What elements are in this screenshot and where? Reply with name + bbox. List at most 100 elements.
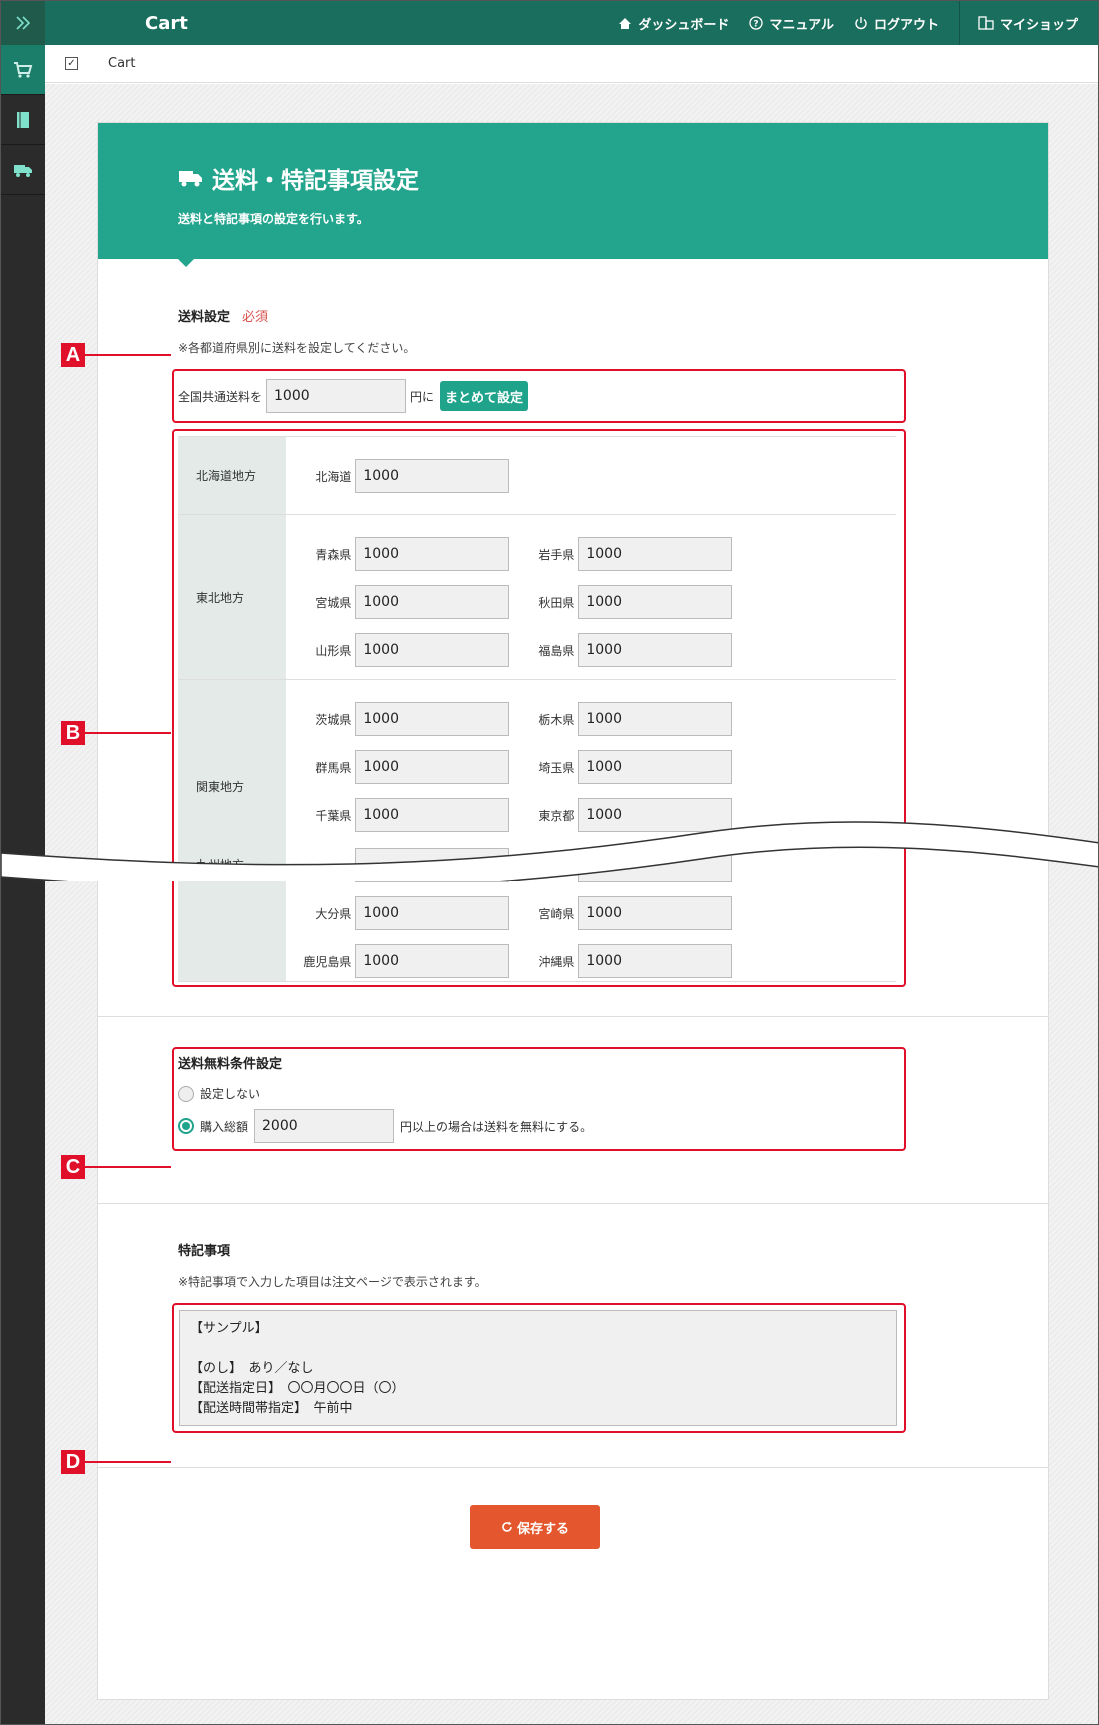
pref-fee-input[interactable]: 1000 bbox=[578, 537, 732, 571]
pref-label: 茨城県 bbox=[315, 712, 352, 727]
pref-fee-input[interactable]: 1000 bbox=[578, 848, 732, 882]
pref-line: 群馬県 1000 埼玉県 1000 bbox=[286, 750, 896, 798]
pref-fee-input[interactable] bbox=[355, 848, 509, 882]
pref-fee-input[interactable]: 1000 bbox=[578, 702, 732, 736]
page-title: 送料・特記事項設定 bbox=[212, 168, 419, 194]
nav-manual-label: マニュアル bbox=[769, 17, 834, 33]
pref-line: 北海道 1000 bbox=[286, 459, 896, 507]
pref-fee-input[interactable]: 1000 bbox=[578, 798, 732, 832]
notes-title: 特記事項 bbox=[178, 1244, 231, 1259]
app-window: Cart ダッシュボード ? マニュアル ログアウト マイショップ ✓ Cart bbox=[0, 0, 1099, 1725]
header-nav: ダッシュボード ? マニュアル ログアウト マイショップ bbox=[618, 1, 1098, 45]
pref-fee-input[interactable]: 1000 bbox=[355, 459, 509, 493]
callout-label-c: C bbox=[61, 1155, 85, 1179]
page-title-row: 送料・特記事項設定 bbox=[178, 161, 419, 195]
pref-fee-input[interactable]: 1000 bbox=[355, 702, 509, 736]
pref-item: 大分県 1000 bbox=[286, 896, 509, 930]
pref-fee-input[interactable]: 1000 bbox=[355, 633, 509, 667]
option-none-row[interactable]: 設定しない bbox=[178, 1085, 260, 1102]
bulk-set-button[interactable]: まとめて設定 bbox=[440, 381, 529, 411]
pref-fee-input[interactable]: 1000 bbox=[578, 944, 732, 978]
region-table: 北海道地方 北海道 1000 東北地方 青森県 1000 岩手県 1000 宮城… bbox=[178, 436, 896, 982]
pref-item: 山形県 1000 bbox=[286, 633, 509, 667]
option-none-radio[interactable] bbox=[178, 1085, 194, 1102]
pref-label: 岩手県 bbox=[538, 547, 575, 562]
pref-fee-input[interactable]: 1000 bbox=[355, 798, 509, 832]
option-total-row[interactable]: 購入総額 2000 円以上の場合は送料を無料にする。 bbox=[178, 1109, 592, 1143]
nav-myshop-label: マイショップ bbox=[999, 17, 1078, 33]
nav-myshop[interactable]: マイショップ bbox=[958, 1, 1098, 45]
region-fields: 青森県 1000 岩手県 1000 宮城県 1000 秋田県 1000 山形県 1000 … bbox=[286, 515, 896, 679]
pref-fee-input[interactable]: 1000 bbox=[578, 750, 732, 784]
pref-line: 宮城県 1000 秋田県 1000 bbox=[286, 585, 896, 633]
pref-fee-input[interactable]: 1000 bbox=[355, 944, 509, 978]
section-divider bbox=[98, 1467, 1048, 1468]
pref-label: 沖縄県 bbox=[538, 954, 575, 969]
pref-fee-input[interactable]: 1000 bbox=[578, 633, 732, 667]
pref-item: 沖縄県 1000 bbox=[509, 944, 732, 978]
save-button[interactable]: 保存する bbox=[470, 1505, 600, 1549]
pref-item: 宮崎県 1000 bbox=[509, 896, 732, 930]
home-icon bbox=[619, 17, 632, 29]
nav-dashboard[interactable]: ダッシュボード bbox=[618, 14, 729, 33]
callout-leader-c bbox=[83, 1166, 171, 1168]
shop-icon bbox=[978, 16, 994, 30]
region-row: 関東地方 茨城県 1000 栃木県 1000 群馬県 1000 埼玉県 1000 千葉県… bbox=[178, 680, 896, 848]
region-row: 北海道地方 北海道 1000 bbox=[178, 437, 896, 515]
pref-fee-input[interactable]: 1000 bbox=[355, 585, 509, 619]
sidebar-item-cart[interactable] bbox=[1, 45, 45, 95]
callout-label-d: D bbox=[61, 1450, 85, 1474]
power-icon bbox=[855, 17, 867, 30]
pref-item: 栃木県 1000 bbox=[509, 702, 732, 736]
pref-label: 大分県 bbox=[315, 906, 352, 921]
sidebar bbox=[1, 1, 45, 1724]
expand-sidebar-button[interactable] bbox=[1, 1, 45, 45]
select-checkbox[interactable]: ✓ bbox=[65, 57, 78, 70]
region-name: 九州地方 bbox=[178, 848, 286, 981]
region-name: 関東地方 bbox=[178, 680, 286, 848]
pref-item: 青森県 1000 bbox=[286, 537, 509, 571]
svg-text:?: ? bbox=[754, 20, 759, 30]
app-title: Cart bbox=[145, 12, 188, 34]
option-total-label: 購入総額 bbox=[200, 1119, 249, 1134]
pref-item: 鹿児島県 1000 bbox=[286, 944, 509, 978]
sidebar-item-shipping[interactable] bbox=[1, 145, 45, 195]
nav-manual[interactable]: ? マニュアル bbox=[749, 14, 834, 33]
truck-icon bbox=[179, 171, 202, 187]
pref-item: 宮城県 1000 bbox=[286, 585, 509, 619]
pref-item: 北海道 1000 bbox=[286, 459, 509, 493]
pref-fee-input[interactable]: 1000 bbox=[355, 750, 509, 784]
region-fields: 北海道 1000 bbox=[286, 437, 896, 514]
double-chevron-right-icon bbox=[16, 16, 31, 30]
region-fields: 茨城県 1000 栃木県 1000 群馬県 1000 埼玉県 1000 千葉県 1000 … bbox=[286, 680, 896, 848]
free-threshold-input[interactable]: 2000 bbox=[254, 1109, 395, 1143]
cart-icon bbox=[14, 61, 33, 78]
pref-fee-input[interactable]: 1000 bbox=[355, 537, 509, 571]
page-subtitle: 送料と特記事項の設定を行います。 bbox=[178, 212, 369, 226]
pref-item: 福島県 1000 bbox=[509, 633, 732, 667]
common-fee-label: 全国共通送料を bbox=[178, 389, 263, 404]
notes-textarea[interactable]: 【サンプル】 【のし】 あり／なし 【配送指定日】 〇〇月〇〇日（〇） 【配送時… bbox=[179, 1310, 897, 1426]
pref-label: 秋田県 bbox=[538, 595, 575, 610]
shipping-note: ※各都道府県別に送料を設定してください。 bbox=[178, 341, 416, 355]
pref-fee-input[interactable]: 1000 bbox=[355, 896, 509, 930]
pref-item: 千葉県 1000 bbox=[286, 798, 509, 832]
save-label: 保存する bbox=[516, 1521, 569, 1537]
pref-line: 鹿児島県 1000 沖縄県 1000 bbox=[286, 944, 896, 992]
option-total-radio[interactable] bbox=[178, 1118, 194, 1134]
pref-label: 千葉県 bbox=[315, 808, 352, 823]
help-icon: ? bbox=[749, 16, 763, 30]
pref-label: 群馬県 bbox=[315, 760, 352, 775]
free-threshold-suffix: 円以上の場合は送料を無料にする。 bbox=[400, 1119, 593, 1134]
region-name: 東北地方 bbox=[178, 515, 286, 679]
sidebar-item-book[interactable] bbox=[1, 95, 45, 145]
nav-logout[interactable]: ログアウト bbox=[854, 14, 939, 33]
pref-fee-input[interactable]: 1000 bbox=[578, 585, 732, 619]
common-fee-suffix: 円に bbox=[410, 389, 435, 404]
pref-label: 山形県 bbox=[315, 643, 352, 658]
common-fee-input[interactable]: 1000 bbox=[266, 379, 407, 413]
notes-note: ※特記事項で入力した項目は注文ページで表示されます。 bbox=[178, 1275, 487, 1289]
pref-fee-input[interactable]: 1000 bbox=[578, 896, 732, 930]
top-header: Cart ダッシュボード ? マニュアル ログアウト マイショップ bbox=[45, 1, 1098, 45]
option-none-label: 設定しない bbox=[200, 1087, 261, 1101]
